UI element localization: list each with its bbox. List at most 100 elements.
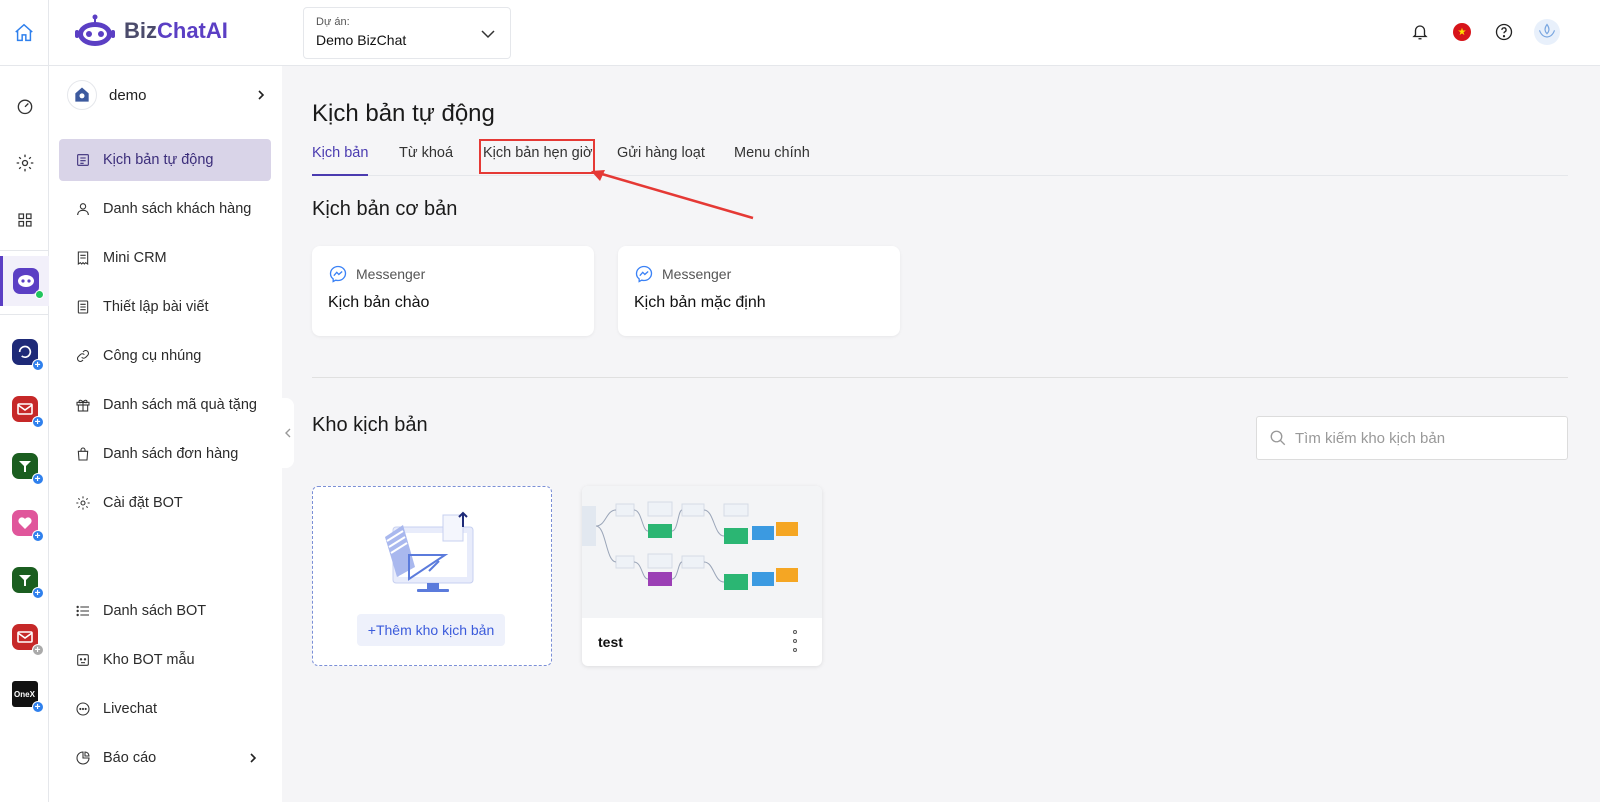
bot-selector[interactable]: demo — [67, 78, 267, 112]
user-avatar-icon — [1538, 23, 1556, 38]
add-badge-icon: + — [31, 644, 44, 656]
tab-keywords[interactable]: Từ khoá — [399, 142, 453, 176]
script-icon — [77, 154, 89, 166]
heart-app-icon: + — [11, 510, 44, 542]
rail-app-onex[interactable]: OneX + — [0, 674, 49, 714]
sidebar-item-label: Báo cáo — [103, 750, 157, 766]
sidebar-item-bot-settings[interactable]: Cài đặt BOT — [59, 482, 271, 524]
tab-scripts[interactable]: Kịch bản — [312, 142, 369, 176]
add-library-button[interactable]: +Thêm kho kịch bản — [357, 614, 505, 646]
rail-bizchat[interactable] — [0, 256, 49, 306]
script-card-default[interactable]: Messenger Kịch bản mặc định — [618, 246, 900, 336]
design-illustration-icon — [385, 511, 474, 592]
grid-icon — [17, 213, 32, 227]
language-button[interactable]: ★ — [1450, 20, 1474, 44]
sync-app-icon: + — [11, 339, 44, 371]
rail-settings[interactable] — [0, 143, 49, 183]
project-select[interactable]: Dự án: Demo BizChat — [303, 7, 511, 59]
notification-button[interactable] — [1408, 20, 1432, 44]
card-channel: Messenger — [356, 266, 426, 282]
template-thumbnail — [582, 486, 822, 618]
add-badge-icon: + — [31, 416, 44, 428]
section-divider — [312, 377, 1568, 378]
annotation-highlight-box — [479, 139, 595, 174]
sidebar-item-automation[interactable]: Kịch bản tự động — [59, 139, 271, 181]
bell-icon — [1412, 25, 1428, 40]
rail-app-mail[interactable]: + — [0, 389, 49, 429]
more-vertical-icon — [793, 630, 797, 634]
document-icon — [77, 300, 89, 314]
library-title: Kho kịch bản — [312, 414, 428, 436]
sidebar-item-label: Livechat — [103, 701, 158, 717]
chat-icon — [76, 702, 90, 716]
flow-diagram-thumbnail-icon — [582, 501, 798, 590]
rail-apps[interactable] — [0, 200, 49, 240]
chevron-down-icon — [481, 30, 495, 39]
user-avatar[interactable] — [1534, 19, 1560, 45]
sidebar-item-livechat[interactable]: Livechat — [59, 688, 271, 730]
add-badge-icon: + — [31, 701, 44, 713]
help-button[interactable] — [1492, 20, 1516, 44]
sidebar-item-label: Công cụ nhúng — [103, 348, 202, 364]
add-badge-icon: + — [31, 359, 44, 371]
help-icon — [1495, 23, 1513, 41]
list-icon — [76, 605, 89, 617]
page-title: Kịch bản tự động — [312, 100, 495, 127]
sidebar-item-label: Thiết lập bài viết — [103, 299, 209, 315]
search-input[interactable] — [1295, 429, 1555, 447]
rail-app-sync[interactable]: + — [0, 332, 49, 372]
sidebar-item-gift-codes[interactable]: Danh sách mã quà tặng — [59, 384, 271, 426]
script-card-greeting[interactable]: Messenger Kịch bản chào — [312, 246, 594, 336]
sidebar-item-bot-templates[interactable]: Kho BOT mẫu — [59, 639, 271, 681]
gift-icon — [76, 399, 90, 412]
card-name: Kịch bản chào — [328, 294, 430, 311]
online-status-dot — [35, 290, 44, 299]
sidebar-item-label: Danh sách BOT — [103, 603, 207, 619]
bot-name: demo — [109, 86, 147, 104]
project-label: Dự án: — [316, 16, 350, 28]
home-button[interactable] — [0, 0, 49, 66]
rail-app-mail2[interactable]: + — [0, 617, 49, 657]
receipt-icon — [77, 251, 89, 265]
top-header: BizChatAI Dự án: Demo BizChat ★ — [0, 0, 1600, 66]
vietnam-flag-icon: ★ — [1453, 23, 1471, 41]
add-badge-icon: + — [31, 587, 44, 599]
app-rail: + + + + + + OneX + — [0, 66, 49, 802]
bizchat-app-icon — [13, 268, 44, 299]
chevron-right-icon — [250, 753, 257, 763]
template-more-button[interactable] — [790, 630, 800, 652]
sidebar-item-label: Kho BOT mẫu — [103, 652, 195, 668]
sidebar-item-orders[interactable]: Danh sách đơn hàng — [59, 433, 271, 475]
messenger-icon — [329, 265, 347, 283]
card-channel: Messenger — [662, 266, 732, 282]
search-icon — [1270, 430, 1286, 446]
mail-app-icon: + — [11, 396, 44, 428]
library-search[interactable] — [1256, 416, 1568, 460]
t-app-icon: + — [11, 453, 44, 485]
basic-scripts-title: Kịch bản cơ bản — [312, 198, 458, 220]
add-badge-icon: + — [31, 473, 44, 485]
bizchat-logo[interactable]: BizChatAI — [74, 14, 228, 48]
robot-logo-icon — [75, 14, 115, 46]
sidebar-item-label: Danh sách khách hàng — [103, 201, 252, 217]
rail-dashboard[interactable] — [0, 86, 49, 126]
sidebar-item-reports[interactable]: Báo cáo — [59, 737, 271, 779]
onex-app-icon: OneX + — [11, 681, 44, 713]
bot-avatar — [67, 80, 97, 110]
sidebar-item-bot-list[interactable]: Danh sách BOT — [59, 590, 271, 632]
sidebar-item-posts[interactable]: Thiết lập bài viết — [59, 286, 271, 328]
sidebar-item-embed[interactable]: Công cụ nhúng — [59, 335, 271, 377]
sidebar-item-mini-crm[interactable]: Mini CRM — [59, 237, 271, 279]
add-badge-icon: + — [31, 530, 44, 542]
sidebar-item-customers[interactable]: Danh sách khách hàng — [59, 188, 271, 230]
sidebar-item-label: Kịch bản tự động — [103, 152, 214, 168]
add-library-card[interactable]: +Thêm kho kịch bản — [312, 486, 552, 666]
rail-app-heart[interactable]: + — [0, 503, 49, 543]
shopping-bag-icon — [77, 447, 89, 461]
mail-app-icon: + — [11, 624, 44, 656]
user-icon — [77, 203, 89, 216]
rail-app-t2[interactable]: + — [0, 560, 49, 600]
rail-app-t[interactable]: + — [0, 446, 49, 486]
sidebar-item-label: Cài đặt BOT — [103, 495, 183, 511]
template-card-test[interactable]: test — [582, 486, 822, 666]
